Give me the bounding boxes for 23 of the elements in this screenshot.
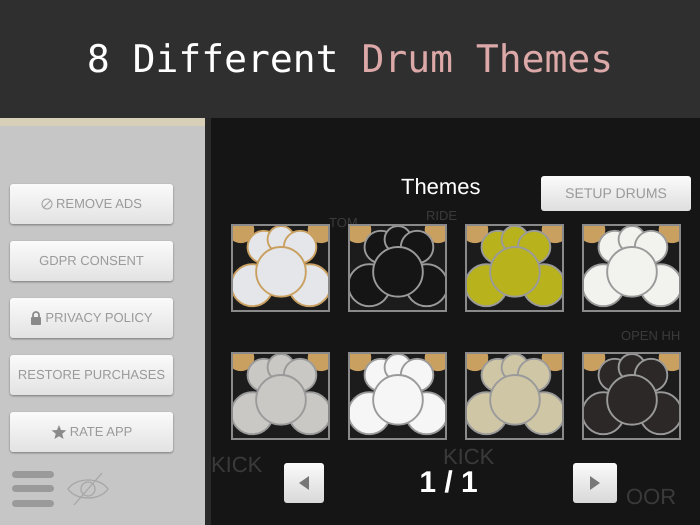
setup-drums-button[interactable]: SETUP DRUMS [541,176,691,211]
menu-button[interactable]: REMOVE ADS [10,184,173,224]
drum-theme-thumbnail[interactable] [230,224,330,312]
menu-button[interactable]: RESTORE PURCHASES [10,355,173,395]
page-indicator: 1 / 1 [419,465,478,501]
themes-title: Themes [401,173,480,201]
drum-theme-thumbnail[interactable] [464,224,564,312]
next-page-button[interactable] [572,462,617,502]
menu-button[interactable]: GDPR CONSENT [10,241,173,281]
drum-theme-thumbnail[interactable] [464,352,564,440]
drum-theme-thumbnail[interactable] [582,224,680,312]
drum-theme-thumbnail[interactable] [230,352,330,440]
drum-theme-thumbnail[interactable] [582,352,680,440]
star-icon [50,424,67,440]
drum-theme-thumbnail[interactable] [348,352,446,440]
menu-button[interactable]: PRIVACY POLICY [10,298,173,338]
previous-page-button[interactable] [284,462,324,502]
no-ads-icon [41,198,54,210]
banner-title: 8 Different Drum Themes [86,36,614,82]
right-triangle-icon [590,476,600,490]
lock-icon [30,311,42,325]
left-triangle-icon [299,476,310,490]
menu-button[interactable]: RATE APP [10,412,173,452]
